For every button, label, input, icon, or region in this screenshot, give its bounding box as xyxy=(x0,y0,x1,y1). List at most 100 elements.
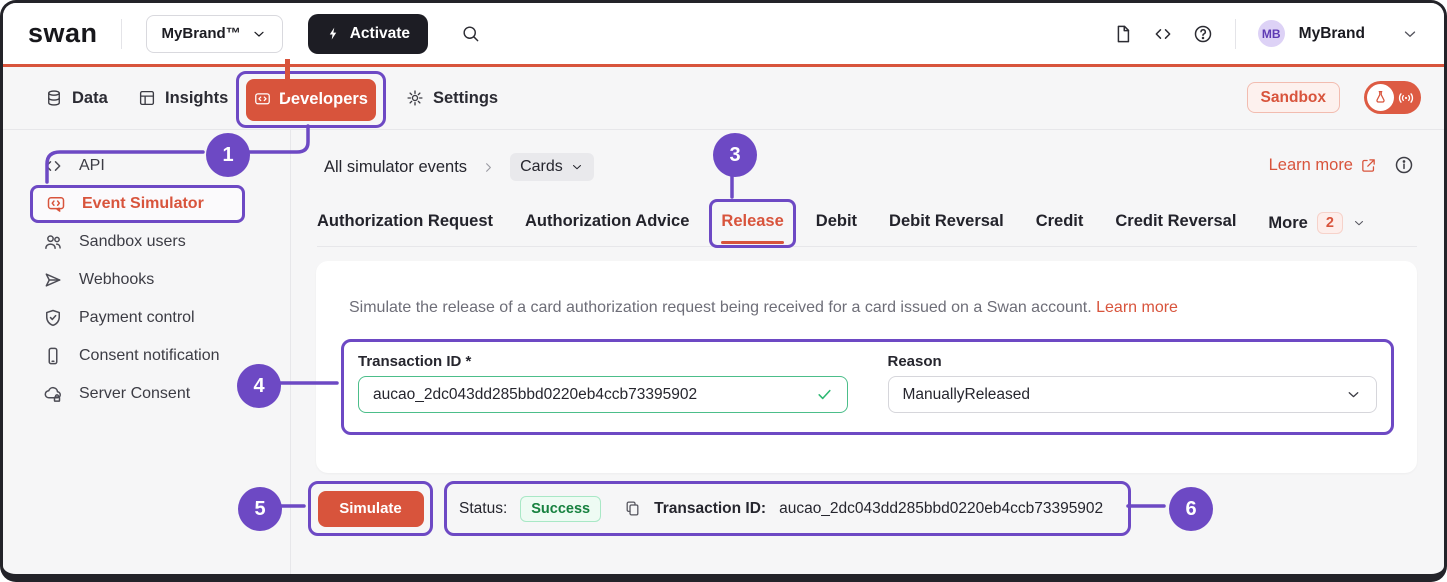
learn-more-label: Learn more xyxy=(1269,156,1353,175)
event-simulator-icon xyxy=(46,194,66,214)
nav-item-insights[interactable]: Insights xyxy=(138,67,228,129)
panel-learn-more-link[interactable]: Learn more xyxy=(1096,299,1178,316)
docs-icon[interactable] xyxy=(1113,24,1133,44)
panel-description-text: Simulate the release of a card authoriza… xyxy=(349,299,1092,316)
lightning-icon xyxy=(326,26,341,41)
cloud-lock-icon xyxy=(43,384,63,404)
topbar: swan MyBrand™ Activate xyxy=(3,3,1444,64)
dev-console-icon xyxy=(254,91,271,108)
activate-label: Activate xyxy=(350,25,410,43)
app-window: swan MyBrand™ Activate xyxy=(0,0,1447,582)
result-transaction-value: aucao_2dc043dd285bbd0220eb4ccb73395902 xyxy=(779,500,1103,518)
send-icon xyxy=(43,270,63,290)
more-count-badge: 2 xyxy=(1317,212,1343,234)
search-icon[interactable] xyxy=(461,24,480,43)
transaction-id-field-group: Transaction ID * aucao_2dc043dd285bbd022… xyxy=(358,353,848,421)
callout-3: 3 xyxy=(713,133,757,177)
chevron-down-icon xyxy=(1345,386,1362,403)
nav-developers-label: Developers xyxy=(279,90,368,109)
reason-value: ManuallyReleased xyxy=(903,386,1031,404)
transaction-id-value: aucao_2dc043dd285bbd0220eb4ccb73395902 xyxy=(373,386,697,404)
sidebar-item-event-simulator[interactable]: Event Simulator xyxy=(30,185,245,223)
sidebar-item-sandbox-users[interactable]: Sandbox users xyxy=(3,223,290,261)
valid-check-icon xyxy=(816,386,833,403)
callout-6: 6 xyxy=(1169,487,1213,531)
sidebar-server-consent-label: Server Consent xyxy=(79,385,190,403)
main-nav: Data Insights Developers Settings Sandbo… xyxy=(3,67,1444,130)
project-selector-label: MyBrand™ xyxy=(162,25,241,42)
code-icon[interactable] xyxy=(1153,24,1173,44)
callout-box-developers: Developers xyxy=(236,71,386,128)
learn-more-link[interactable]: Learn more xyxy=(1269,156,1377,175)
simulator-panel: Simulate the release of a card authoriza… xyxy=(316,261,1417,473)
sidebar-item-webhooks[interactable]: Webhooks xyxy=(3,261,290,299)
result-transaction-label: Transaction ID: xyxy=(654,500,766,518)
divider xyxy=(121,19,122,49)
callout-1: 1 xyxy=(206,133,250,177)
sidebar-item-payment-control[interactable]: Payment control xyxy=(3,299,290,337)
nav-item-data[interactable]: Data xyxy=(45,67,108,129)
chevron-down-icon xyxy=(251,26,267,42)
tab-authorization-advice[interactable]: Authorization Advice xyxy=(525,212,689,243)
code-icon xyxy=(43,156,63,176)
tab-credit-reversal[interactable]: Credit Reversal xyxy=(1115,212,1236,243)
nav-item-developers[interactable]: Developers xyxy=(246,79,376,121)
status-badge: Success xyxy=(520,496,601,522)
users-icon xyxy=(43,232,63,252)
activate-button[interactable]: Activate xyxy=(308,14,428,54)
transaction-id-label: Transaction ID * xyxy=(358,353,848,370)
callout-4: 4 xyxy=(237,364,281,408)
project-selector[interactable]: MyBrand™ xyxy=(146,15,283,53)
transaction-id-input[interactable]: aucao_2dc043dd285bbd0220eb4ccb73395902 xyxy=(358,376,848,413)
reason-label: Reason xyxy=(888,353,1378,370)
help-icon[interactable] xyxy=(1193,24,1213,44)
more-label: More xyxy=(1268,214,1307,233)
tab-authorization-request[interactable]: Authorization Request xyxy=(317,212,493,243)
tab-debit[interactable]: Debit xyxy=(816,212,857,243)
account-menu-chevron-icon[interactable] xyxy=(1401,25,1419,43)
chevron-down-icon xyxy=(570,160,584,174)
signal-icon xyxy=(1396,88,1416,108)
callout-5: 5 xyxy=(238,487,282,531)
simulate-button[interactable]: Simulate xyxy=(318,491,424,527)
nav-item-settings[interactable]: Settings xyxy=(406,67,498,129)
main-content: All simulator events Cards Learn more Au… xyxy=(291,130,1444,574)
sidebar-event-simulator-label: Event Simulator xyxy=(82,195,204,213)
tab-release-label: Release xyxy=(721,212,783,230)
sidebar-payment-control-label: Payment control xyxy=(79,309,195,327)
tab-more[interactable]: More 2 xyxy=(1268,212,1366,246)
active-item-indicator xyxy=(285,59,290,97)
breadcrumb-root[interactable]: All simulator events xyxy=(324,158,467,177)
status-label: Status: xyxy=(459,500,507,518)
sandbox-badge[interactable]: Sandbox xyxy=(1247,82,1340,113)
tab-release[interactable]: Release xyxy=(721,212,783,243)
content-actions: Learn more xyxy=(1269,155,1414,175)
divider xyxy=(1235,19,1236,49)
callout-box-simulate: Simulate xyxy=(308,481,433,536)
reason-select[interactable]: ManuallyReleased xyxy=(888,376,1378,413)
tab-debit-reversal[interactable]: Debit Reversal xyxy=(889,212,1004,243)
breadcrumb: All simulator events Cards xyxy=(324,153,594,181)
panel-description: Simulate the release of a card authoriza… xyxy=(349,299,1384,317)
external-link-icon xyxy=(1360,157,1377,174)
smartphone-icon xyxy=(43,346,63,366)
swan-logo: swan xyxy=(28,18,98,49)
breadcrumb-cards-dropdown[interactable]: Cards xyxy=(510,153,594,181)
sidebar-consent-notification-label: Consent notification xyxy=(79,347,220,365)
environment-toggle[interactable] xyxy=(1364,81,1421,114)
info-icon[interactable] xyxy=(1394,155,1414,175)
tabs-row: Authorization Request Authorization Advi… xyxy=(317,212,1417,247)
tab-credit[interactable]: Credit xyxy=(1036,212,1084,243)
avatar[interactable]: MB xyxy=(1258,20,1285,47)
table-icon xyxy=(138,89,156,107)
copy-icon[interactable] xyxy=(624,500,641,517)
database-icon xyxy=(45,89,63,107)
callout-box-form: Transaction ID * aucao_2dc043dd285bbd022… xyxy=(341,339,1394,435)
gear-icon xyxy=(406,89,424,107)
reason-field-group: Reason ManuallyReleased xyxy=(888,353,1378,421)
topbar-right: MB MyBrand xyxy=(1113,19,1419,49)
shield-check-icon xyxy=(43,308,63,328)
nav-data-label: Data xyxy=(72,89,108,108)
nav-insights-label: Insights xyxy=(165,89,228,108)
flask-icon xyxy=(1367,84,1394,111)
